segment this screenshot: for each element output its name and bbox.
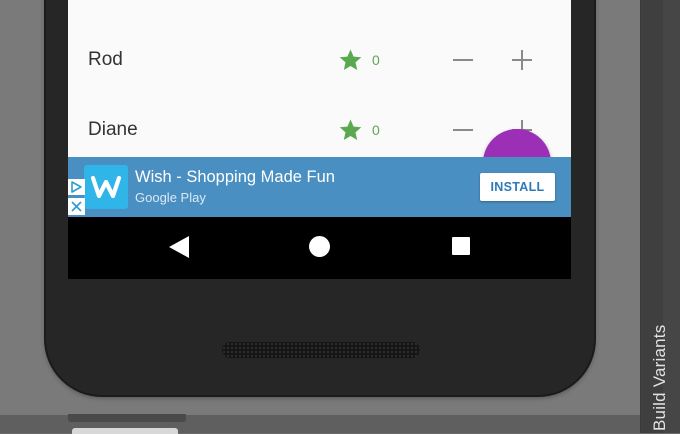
close-icon[interactable] bbox=[68, 198, 85, 215]
star-icon bbox=[339, 49, 362, 70]
ad-title: Wish - Shopping Made Fun bbox=[135, 168, 335, 186]
ide-bottom-tab-active[interactable] bbox=[72, 428, 178, 434]
home-icon[interactable] bbox=[309, 236, 330, 257]
list-item[interactable]: Rod 0 bbox=[68, 25, 571, 96]
recents-icon[interactable] bbox=[452, 237, 470, 255]
wish-logo-icon bbox=[84, 165, 128, 209]
device-screen: Rod 0 Diane 0 Wish - Shopping Made Fun G… bbox=[68, 0, 571, 279]
star-icon bbox=[339, 119, 362, 140]
star-icon bbox=[338, 0, 363, 2]
build-variants-tab[interactable]: Build Variants bbox=[640, 313, 680, 433]
player-name: Rod bbox=[88, 49, 123, 70]
adchoices-icon[interactable] bbox=[68, 179, 85, 195]
list-item[interactable] bbox=[68, 0, 571, 26]
ad-banner[interactable]: Wish - Shopping Made Fun Google Play INS… bbox=[68, 157, 571, 217]
device-speaker-grille bbox=[222, 342, 420, 358]
android-navigation-bar bbox=[68, 217, 571, 279]
player-score: 0 bbox=[372, 122, 380, 138]
install-button[interactable]: INSTALL bbox=[480, 173, 555, 201]
plus-icon[interactable] bbox=[512, 50, 532, 70]
minus-icon[interactable] bbox=[453, 118, 473, 142]
player-score: 0 bbox=[372, 52, 380, 68]
ide-bottom-tab[interactable] bbox=[68, 414, 186, 422]
back-icon[interactable] bbox=[169, 236, 189, 258]
player-name: Diane bbox=[88, 119, 138, 140]
ad-subtitle: Google Play bbox=[135, 190, 206, 205]
minus-icon[interactable] bbox=[453, 48, 473, 72]
minus-icon[interactable] bbox=[453, 0, 473, 2]
